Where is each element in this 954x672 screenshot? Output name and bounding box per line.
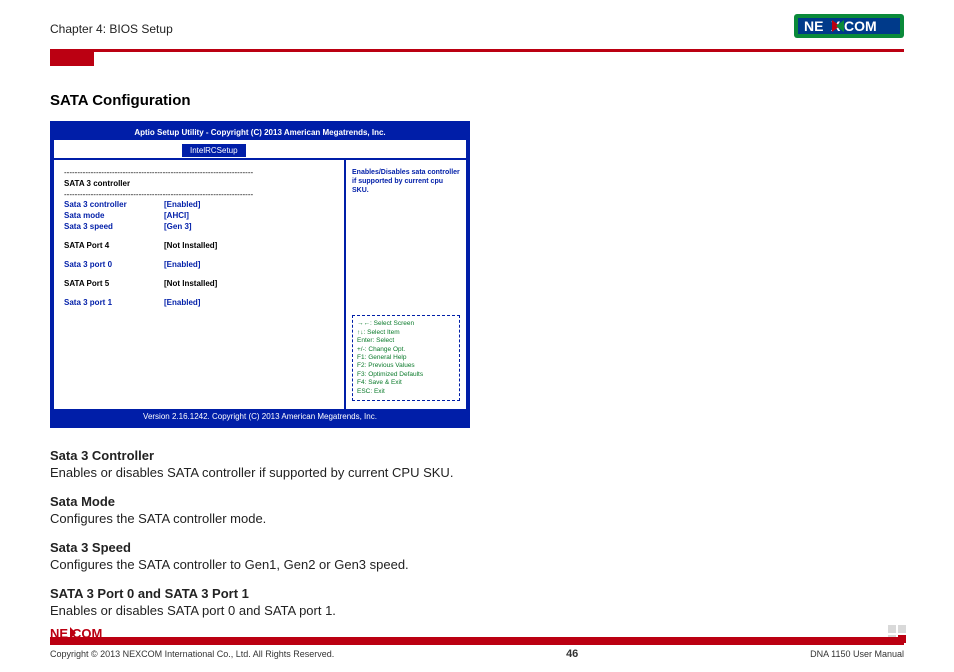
desc-text: Configures the SATA controller mode. [50,511,904,526]
svg-text:NE: NE [804,18,823,34]
page-title: SATA Configuration [50,92,904,109]
keyhelp-line: F2: Previous Values [357,362,455,370]
bios-setting-value: [Enabled] [164,200,200,209]
bios-setting-value: [Gen 3] [164,222,192,231]
bios-setting-key: SATA Port 4 [64,241,164,250]
page-number: 46 [566,648,578,660]
bios-setting-key: Sata mode [64,211,164,220]
bios-setting-row[interactable]: SATA Port 4[Not Installed] [64,240,334,251]
bios-section-label: SATA 3 controller [64,177,334,190]
header-divider [50,49,904,52]
bios-main-panel: ----------------------------------------… [54,160,346,409]
footer-divider [50,637,904,645]
footer-copyright: Copyright © 2013 NEXCOM International Co… [50,649,334,659]
bios-tab-intelrc[interactable]: IntelRCSetup [182,144,246,157]
chapter-label: Chapter 4: BIOS Setup [50,22,173,36]
bios-setting-row[interactable]: Sata mode[AHCI] [64,210,334,221]
desc-text: Configures the SATA controller to Gen1, … [50,557,904,572]
keyhelp-line: ↑↓: Select Item [357,329,455,337]
bios-setting-row[interactable]: Sata 3 speed[Gen 3] [64,221,334,232]
bios-setting-value: [Enabled] [164,260,200,269]
bios-setting-key: Sata 3 port 0 [64,260,164,269]
svg-text:COM: COM [844,18,877,34]
bios-setting-row[interactable]: Sata 3 port 1[Enabled] [64,297,334,308]
bios-setting-value: [Not Installed] [164,279,217,288]
brand-logo: NE X COM [794,12,904,45]
bios-setting-key: SATA Port 5 [64,279,164,288]
bios-setting-value: [Not Installed] [164,241,217,250]
manual-name: DNA 1150 User Manual [810,649,904,659]
bios-keyhelp: →←: Select Screen↑↓: Select ItemEnter: S… [352,315,460,401]
header-tab-marker [50,52,94,66]
desc-text: Enables or disables SATA controller if s… [50,465,904,480]
bios-setting-key: Sata 3 speed [64,222,164,231]
keyhelp-line: +/-: Change Opt. [357,346,455,354]
desc-heading: Sata 3 Controller [50,448,904,463]
description-section: Sata 3 Controller Enables or disables SAT… [50,448,904,618]
desc-heading: Sata Mode [50,494,904,509]
bios-help-panel: Enables/Disables sata controller if supp… [346,160,466,409]
bios-footer: Version 2.16.1242. Copyright (C) 2013 Am… [54,409,466,424]
divider-line: ----------------------------------------… [64,190,334,199]
keyhelp-line: Enter: Select [357,337,455,345]
bios-tab-row: IntelRCSetup [54,140,466,160]
bios-help-text: Enables/Disables sata controller if supp… [352,168,460,195]
bios-setting-row[interactable]: SATA Port 5[Not Installed] [64,278,334,289]
keyhelp-line: ESC: Exit [357,388,455,396]
bios-titlebar: Aptio Setup Utility - Copyright (C) 2013… [54,125,466,140]
keyhelp-line: F3: Optimized Defaults [357,371,455,379]
bios-setting-row[interactable]: Sata 3 controller[Enabled] [64,199,334,210]
keyhelp-line: →←: Select Screen [357,320,455,328]
bios-window: Aptio Setup Utility - Copyright (C) 2013… [50,121,470,428]
desc-heading: SATA 3 Port 0 and SATA 3 Port 1 [50,586,904,601]
desc-heading: Sata 3 Speed [50,540,904,555]
keyhelp-line: F1: General Help [357,354,455,362]
bios-setting-key: Sata 3 port 1 [64,298,164,307]
divider-line: ----------------------------------------… [64,168,334,177]
bios-setting-value: [Enabled] [164,298,200,307]
bios-setting-key: Sata 3 controller [64,200,164,209]
bios-setting-value: [AHCI] [164,211,189,220]
desc-text: Enables or disables SATA port 0 and SATA… [50,603,904,618]
keyhelp-line: F4: Save & Exit [357,379,455,387]
bios-setting-row[interactable]: Sata 3 port 0[Enabled] [64,259,334,270]
